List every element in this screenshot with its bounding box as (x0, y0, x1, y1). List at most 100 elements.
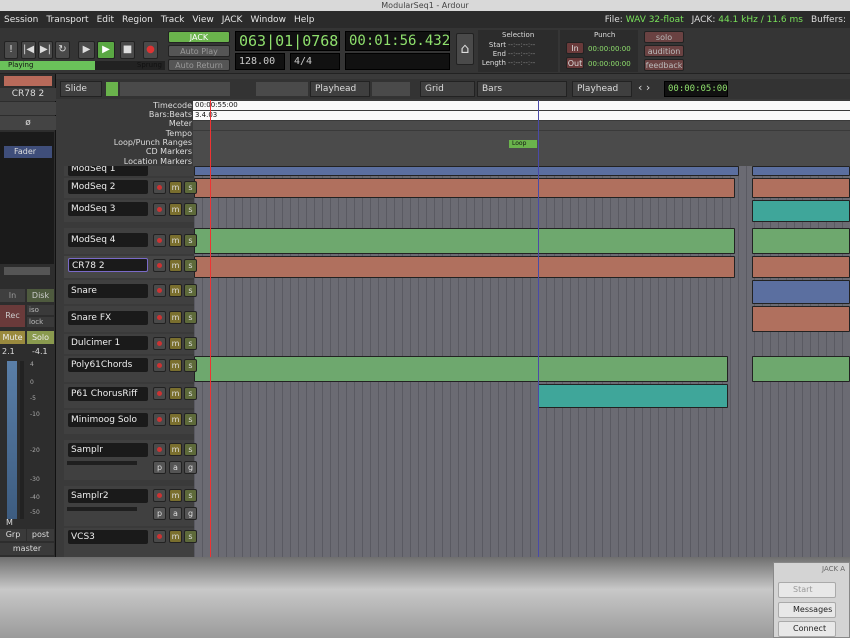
mute-button[interactable]: m (169, 413, 182, 426)
auto-return-button[interactable]: Auto Return (168, 59, 230, 71)
gain-slider[interactable] (67, 461, 137, 465)
nudge-arrows[interactable]: ‹ › (638, 81, 662, 97)
grab-tool-icon[interactable] (106, 82, 118, 96)
track-name[interactable]: Samplr2 (68, 489, 148, 503)
menu-region[interactable]: Region (118, 15, 157, 25)
solo-button[interactable]: s (184, 443, 197, 456)
solo-button[interactable]: s (184, 359, 197, 372)
goto-end-icon[interactable]: ▶| (38, 41, 53, 59)
mute-button[interactable]: m (169, 311, 182, 324)
track-header-samplr2[interactable]: Samplr2 m s p a g (64, 486, 197, 526)
fader-processor[interactable]: Fader (4, 146, 52, 158)
solo-button[interactable]: s (184, 413, 197, 426)
automation-button[interactable]: a (169, 461, 182, 474)
rec-enable-button[interactable] (153, 387, 166, 400)
track-name[interactable]: ModSeq 3 (68, 202, 148, 216)
mute-button[interactable]: m (169, 234, 182, 247)
track-height-buttons[interactable] (372, 82, 410, 96)
mute-button[interactable]: m (169, 284, 182, 297)
group-button[interactable]: g (184, 507, 197, 520)
tempo-ruler[interactable] (193, 131, 850, 140)
play-range-icon[interactable]: ▶ (78, 41, 95, 59)
jack-connect-button[interactable]: Connect (778, 621, 836, 637)
time-clock[interactable]: 00:01:56.432 (345, 31, 450, 51)
menu-help[interactable]: Help (290, 15, 319, 25)
mute-button[interactable]: Mute (0, 331, 25, 344)
solo-button[interactable]: s (184, 489, 197, 502)
solo-button[interactable]: s (184, 387, 197, 400)
menu-transport[interactable]: Transport (42, 15, 92, 25)
track-header-dulcimer[interactable]: Dulcimer 1 ms (64, 334, 197, 354)
rec-enable-button[interactable] (153, 359, 166, 372)
audition-button[interactable]: audition (644, 45, 684, 57)
track-header-snarefx[interactable]: Snare FX m s (64, 306, 197, 332)
rec-enable-button[interactable] (153, 311, 166, 324)
track-header-modseq4[interactable]: ModSeq 4 ms (64, 228, 197, 254)
input-button[interactable]: In (0, 289, 25, 302)
group-button[interactable]: Grp (0, 529, 26, 541)
meter-point-label[interactable]: M (6, 518, 18, 527)
phase-invert-button[interactable]: ø (0, 116, 56, 130)
processor-box[interactable]: Fader (0, 132, 54, 264)
track-header-samplr[interactable]: Samplr m s p a g (64, 440, 197, 480)
play-icon[interactable]: ▶ (97, 41, 115, 59)
rec-enable-button[interactable] (153, 413, 166, 426)
auto-play-button[interactable]: Auto Play (168, 45, 230, 57)
zoom-focus-select[interactable]: Playhead (310, 81, 370, 97)
track-name[interactable]: Snare (68, 284, 148, 298)
metronome-icon[interactable]: ⌂ (456, 33, 474, 65)
solo-button[interactable]: s (184, 530, 197, 543)
playlist-button[interactable]: p (153, 461, 166, 474)
loop-icon[interactable]: ↻ (55, 41, 70, 59)
mute-button[interactable]: m (169, 337, 182, 350)
jack-messages-button[interactable]: Messages (778, 602, 836, 618)
strip-name[interactable]: CR78 2 (0, 88, 56, 101)
cd-marker-ruler[interactable] (193, 149, 850, 158)
track-name[interactable]: Minimoog Solo (68, 413, 148, 427)
track-name[interactable]: Poly61Chords (68, 358, 148, 372)
menu-window[interactable]: Window (246, 15, 290, 25)
automation-button[interactable]: a (169, 507, 182, 520)
output-button[interactable]: master (0, 543, 54, 555)
track-header-vcs3[interactable]: VCS3 m s (64, 528, 197, 557)
gain-slider[interactable] (67, 507, 137, 511)
track-name[interactable]: Dulcimer 1 (68, 336, 148, 350)
feedback-button[interactable]: feedback (644, 59, 684, 71)
rec-enable-button[interactable] (153, 530, 166, 543)
edit-mode-select[interactable]: Slide (60, 81, 102, 97)
snap-type-select[interactable]: Grid (420, 81, 475, 97)
solo-button[interactable]: s (184, 259, 197, 272)
track-name[interactable]: Samplr (68, 443, 148, 457)
playlist-button[interactable]: p (153, 507, 166, 520)
track-header-poly61[interactable]: Poly61Chords m s (64, 356, 197, 382)
mute-button[interactable]: m (169, 387, 182, 400)
gain-fader[interactable] (7, 361, 17, 519)
punch-out-button[interactable]: Out (566, 57, 584, 69)
shuttle-bar[interactable]: Playing Sprung (0, 61, 165, 70)
solo-button[interactable]: s (184, 203, 197, 216)
iso-button[interactable]: iso (27, 305, 54, 315)
menu-view[interactable]: View (188, 15, 217, 25)
rec-enable-button[interactable] (153, 443, 166, 456)
mute-button[interactable]: m (169, 259, 182, 272)
solo-button[interactable]: s (184, 234, 197, 247)
menu-jack[interactable]: JACK (218, 15, 247, 25)
track-header-modseq2[interactable]: ModSeq 2 ms (64, 178, 197, 198)
rec-enable-button[interactable] (153, 234, 166, 247)
track-name[interactable]: P61 ChorusRiff (68, 387, 148, 401)
solo-button[interactable]: Solo (27, 331, 54, 344)
solo-button[interactable]: s (184, 181, 197, 194)
rec-enable-button[interactable] (153, 203, 166, 216)
solo-button[interactable]: s (184, 284, 197, 297)
track-header-p61chorus[interactable]: P61 ChorusRiff m s (64, 384, 197, 408)
rec-enable-button[interactable] (153, 181, 166, 194)
edit-point-select[interactable]: Playhead (572, 81, 632, 97)
midi-panic-icon[interactable]: ! (4, 41, 18, 59)
mute-button[interactable]: m (169, 359, 182, 372)
track-name[interactable]: VCS3 (68, 530, 148, 544)
track-name[interactable]: Snare FX (68, 311, 148, 325)
track-name[interactable]: CR78 2 (68, 258, 148, 272)
solo-button[interactable]: s (184, 337, 197, 350)
rec-enable-button[interactable]: Rec (0, 305, 25, 327)
track-header-minimoog[interactable]: Minimoog Solo m s (64, 410, 197, 434)
